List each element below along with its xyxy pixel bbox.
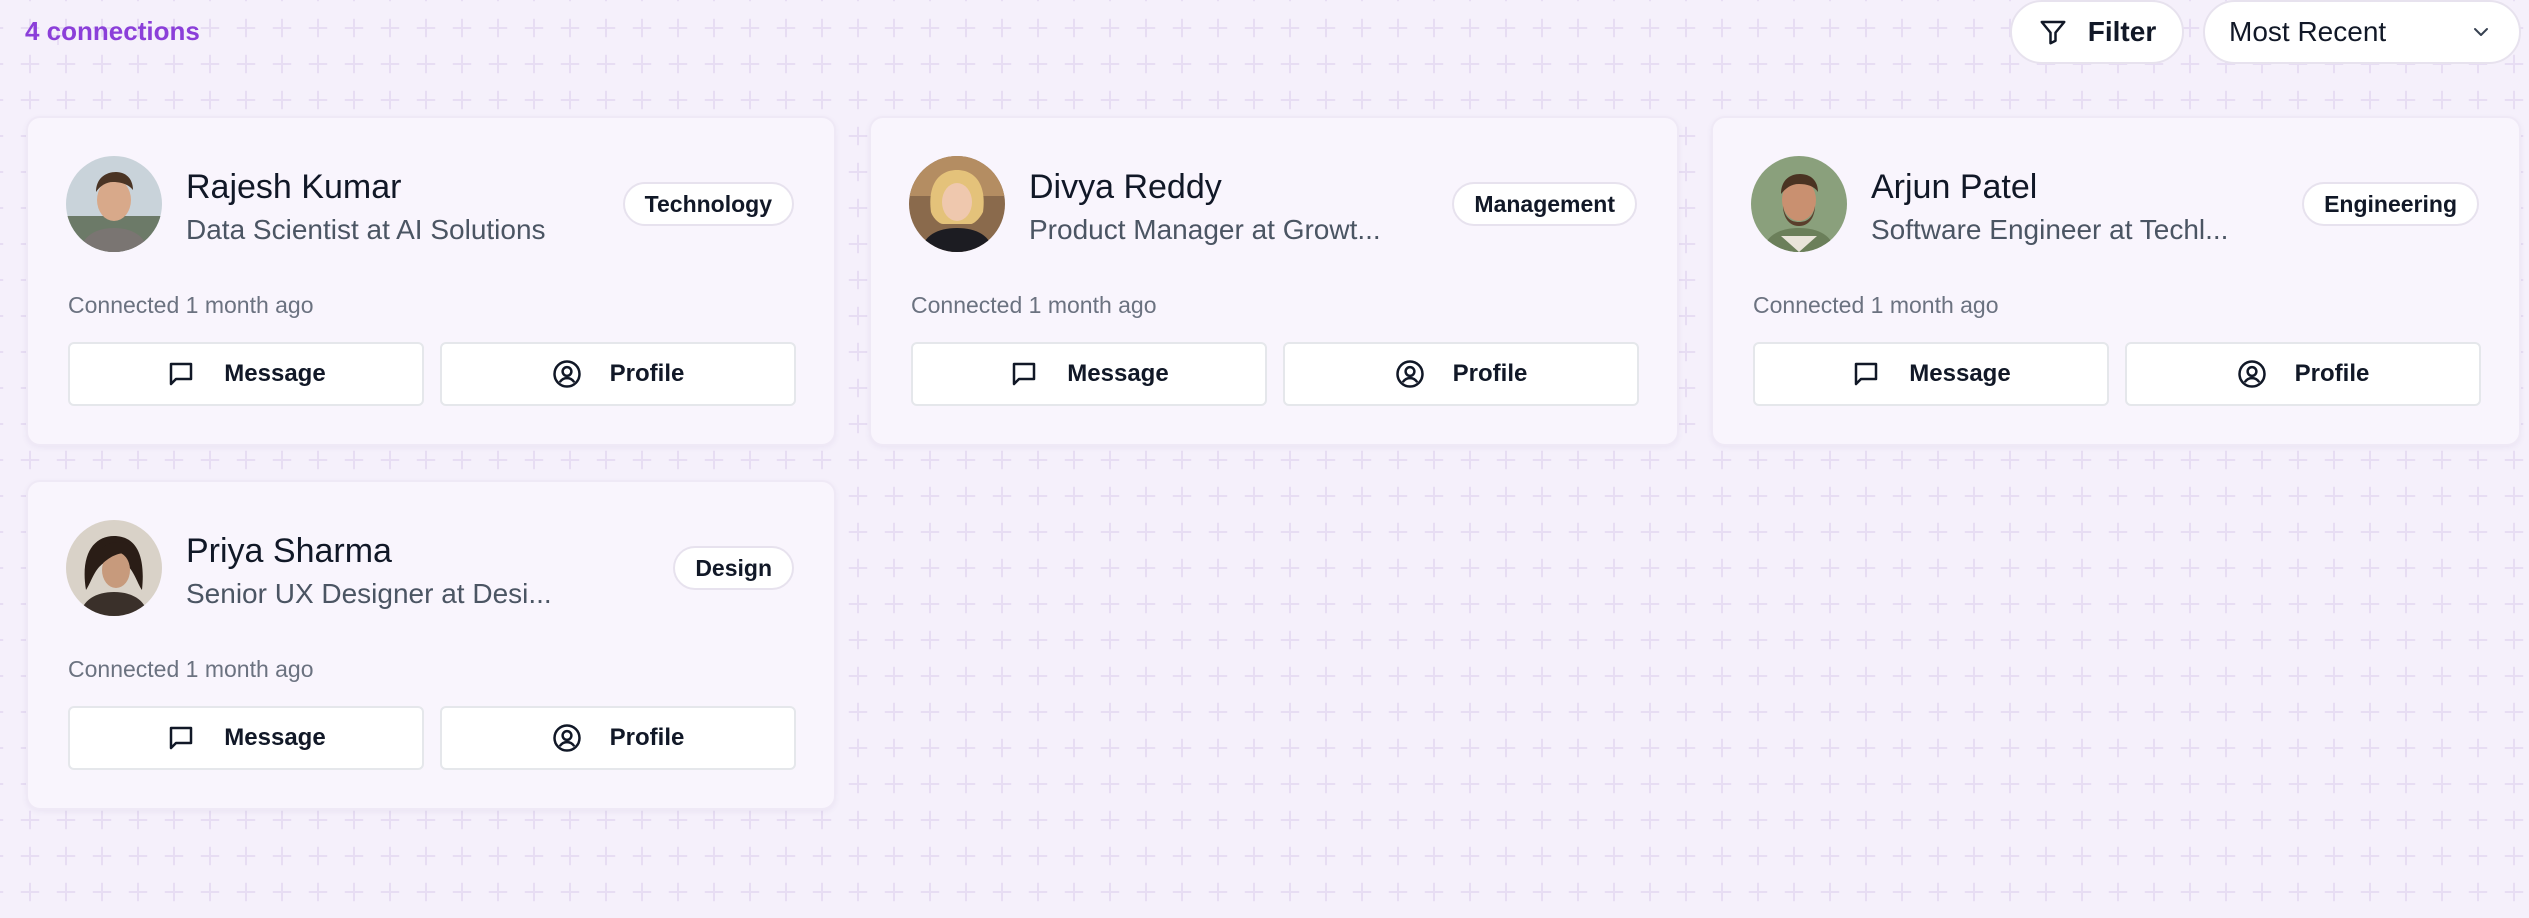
message-label: Message (1909, 360, 2011, 387)
connected-time: Connected 1 month ago (68, 292, 314, 318)
message-button[interactable]: Message (911, 342, 1267, 406)
category-badge: Technology (622, 182, 794, 226)
profile-label: Profile (609, 360, 685, 387)
category-badge: Engineering (2302, 182, 2479, 226)
category-badge: Management (1452, 182, 1637, 226)
message-square-icon (166, 359, 196, 389)
user-circle-icon (552, 723, 582, 753)
user-circle-icon (552, 359, 582, 389)
connection-card: Priya Sharma Senior UX Designer at Desi.… (26, 480, 836, 810)
category-badge: Design (673, 546, 794, 590)
sort-value: Most Recent (2229, 16, 2387, 47)
message-square-icon (1851, 359, 1881, 389)
message-square-icon (1009, 359, 1039, 389)
connection-title: Software Engineer at Techl... (1871, 214, 2229, 245)
connection-count: 4 connections (25, 16, 200, 46)
message-label: Message (224, 724, 326, 751)
message-button[interactable]: Message (68, 342, 424, 406)
avatar[interactable] (909, 156, 1005, 252)
connection-name[interactable]: Priya Sharma (186, 532, 392, 571)
connection-name[interactable]: Divya Reddy (1029, 168, 1222, 207)
connected-time: Connected 1 month ago (68, 656, 314, 682)
user-circle-icon (1395, 359, 1425, 389)
profile-button[interactable]: Profile (2125, 342, 2481, 406)
connection-title: Senior UX Designer at Desi... (186, 578, 552, 609)
profile-label: Profile (609, 724, 685, 751)
filter-icon (2038, 17, 2068, 47)
profile-label: Profile (2294, 360, 2370, 387)
avatar[interactable] (1751, 156, 1847, 252)
avatar[interactable] (66, 156, 162, 252)
connection-card: Rajesh Kumar Data Scientist at AI Soluti… (26, 116, 836, 446)
user-circle-icon (2237, 359, 2267, 389)
message-button[interactable]: Message (68, 706, 424, 770)
profile-button[interactable]: Profile (440, 706, 796, 770)
connection-card: Arjun Patel Software Engineer at Techl..… (1711, 116, 2521, 446)
avatar[interactable] (66, 520, 162, 616)
message-button[interactable]: Message (1753, 342, 2109, 406)
connections-toolbar: 4 connections Filter Most Recent (0, 0, 2529, 64)
connection-name[interactable]: Arjun Patel (1871, 168, 2037, 207)
connected-time: Connected 1 month ago (911, 292, 1157, 318)
connection-card: Divya Reddy Product Manager at Growt... … (869, 116, 1679, 446)
filter-button[interactable]: Filter (2010, 0, 2184, 64)
connection-title: Data Scientist at AI Solutions (186, 214, 546, 245)
connection-title: Product Manager at Growt... (1029, 214, 1381, 245)
profile-label: Profile (1452, 360, 1528, 387)
message-label: Message (224, 360, 326, 387)
profile-button[interactable]: Profile (440, 342, 796, 406)
connection-name[interactable]: Rajesh Kumar (186, 168, 401, 207)
profile-button[interactable]: Profile (1283, 342, 1639, 406)
filter-label: Filter (2087, 16, 2157, 47)
chevron-down-icon (2469, 20, 2493, 44)
message-square-icon (166, 723, 196, 753)
sort-select[interactable]: Most Recent (2203, 0, 2521, 64)
message-label: Message (1067, 360, 1169, 387)
connected-time: Connected 1 month ago (1753, 292, 1999, 318)
